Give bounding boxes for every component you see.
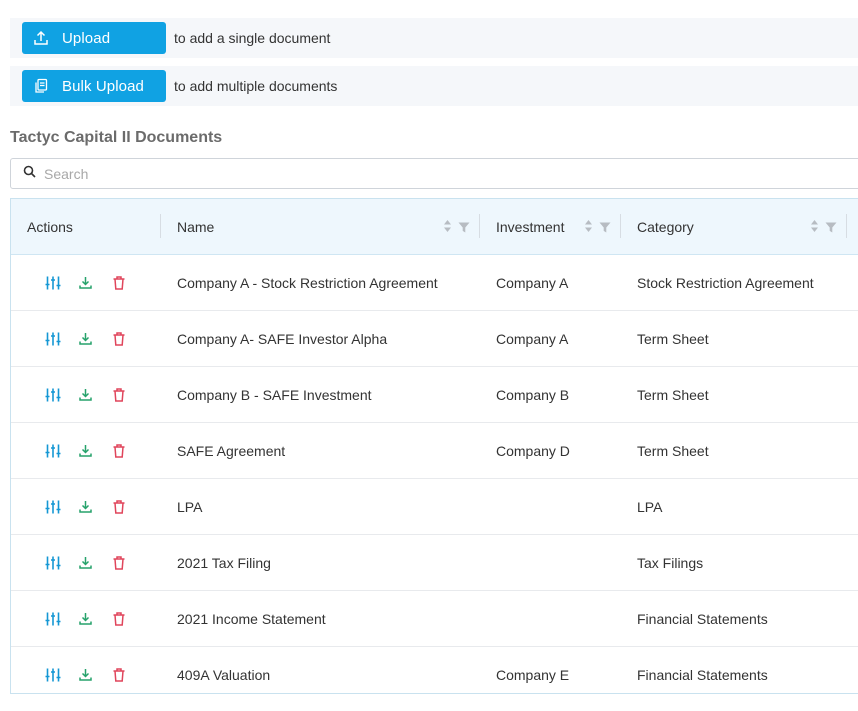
search-input[interactable] [42, 164, 746, 183]
table-row: Company B - SAFE Investment Company B Te… [11, 367, 858, 423]
column-header-investment[interactable]: Investment [480, 199, 621, 254]
document-category: Financial Statements [637, 666, 768, 683]
row-actions [44, 647, 154, 702]
column-header-category[interactable]: Category [621, 199, 847, 254]
document-name[interactable]: Company B - SAFE Investment [177, 367, 372, 422]
bulk-upload-button[interactable]: Bulk Upload [22, 70, 166, 102]
document-name[interactable]: Company A- SAFE Investor Alpha [177, 311, 387, 366]
trash-icon[interactable] [110, 442, 127, 459]
sort-icon[interactable] [584, 219, 593, 236]
trash-icon[interactable] [110, 666, 127, 683]
table-row: Company A- SAFE Investor Alpha Company A… [11, 311, 858, 367]
sort-icon[interactable] [443, 219, 452, 236]
sort-icon[interactable] [810, 219, 819, 236]
row-actions [44, 479, 154, 534]
document-category: Tax Filings [637, 554, 704, 571]
document-category: Stock Restriction Agreement [637, 274, 814, 291]
sliders-icon[interactable] [44, 666, 61, 683]
document-investment: Company A [496, 330, 569, 347]
upload-hint: to add a single document [174, 30, 331, 46]
upload-row: Upload to add a single document [10, 18, 858, 58]
search-box [10, 158, 858, 189]
sliders-icon[interactable] [44, 330, 61, 347]
row-actions [44, 311, 154, 366]
column-header-actions: Actions [11, 199, 161, 254]
table-row: LPA LPA [11, 479, 858, 535]
document-name[interactable]: 409A Valuation [177, 647, 270, 702]
upload-button-label: Upload [62, 29, 111, 47]
upload-icon [32, 29, 50, 47]
download-icon[interactable] [77, 330, 94, 347]
document-category: Term Sheet [637, 442, 709, 459]
bulk-upload-button-label: Bulk Upload [62, 77, 144, 95]
document-category: Term Sheet [637, 386, 709, 403]
download-icon[interactable] [77, 274, 94, 291]
document-name[interactable]: Company A - Stock Restriction Agreement [177, 255, 438, 310]
document-investment: Company D [496, 442, 570, 459]
trash-icon[interactable] [110, 610, 127, 627]
trash-icon[interactable] [110, 274, 127, 291]
sliders-icon[interactable] [44, 554, 61, 571]
row-actions [44, 535, 154, 590]
document-name[interactable]: SAFE Agreement [177, 423, 285, 478]
bulk-upload-row: Bulk Upload to add multiple documents [10, 66, 858, 106]
sliders-icon[interactable] [44, 274, 61, 291]
document-investment: Company B [496, 386, 570, 403]
filter-icon[interactable] [825, 220, 837, 236]
table-body: Company A - Stock Restriction Agreement … [11, 255, 858, 702]
search-icon [23, 165, 36, 183]
table-row: Company A - Stock Restriction Agreement … [11, 255, 858, 311]
copy-documents-icon [32, 77, 50, 95]
sliders-icon[interactable] [44, 442, 61, 459]
row-actions [44, 367, 154, 422]
sliders-icon[interactable] [44, 610, 61, 627]
table-header: Actions Name Investment Category [11, 199, 858, 255]
table-row: 409A Valuation Company E Financial State… [11, 647, 858, 702]
table-row: 2021 Income Statement Financial Statemen… [11, 591, 858, 647]
column-header-name[interactable]: Name [161, 199, 480, 254]
documents-table: Actions Name Investment Category Company… [10, 198, 858, 694]
column-header-investment-label: Investment [496, 218, 565, 235]
document-investment: Company E [496, 666, 570, 683]
trash-icon[interactable] [110, 386, 127, 403]
download-icon[interactable] [77, 554, 94, 571]
download-icon[interactable] [77, 498, 94, 515]
page-title: Tactyc Capital II Documents [10, 129, 223, 146]
filter-icon[interactable] [458, 220, 470, 236]
column-header-category-label: Category [637, 218, 694, 235]
table-row: 2021 Tax Filing Tax Filings [11, 535, 858, 591]
trash-icon[interactable] [110, 498, 127, 515]
column-header-name-label: Name [177, 218, 215, 235]
row-actions [44, 423, 154, 478]
column-divider [846, 214, 847, 238]
document-name[interactable]: LPA [177, 479, 202, 534]
row-actions [44, 255, 154, 310]
download-icon[interactable] [77, 666, 94, 683]
bulk-upload-hint: to add multiple documents [174, 78, 338, 94]
row-actions [44, 591, 154, 646]
trash-icon[interactable] [110, 554, 127, 571]
document-name[interactable]: 2021 Tax Filing [177, 535, 271, 590]
document-category: Financial Statements [637, 610, 768, 627]
column-header-actions-label: Actions [27, 218, 73, 235]
trash-icon[interactable] [110, 330, 127, 347]
download-icon[interactable] [77, 442, 94, 459]
sliders-icon[interactable] [44, 498, 61, 515]
document-name[interactable]: 2021 Income Statement [177, 591, 326, 646]
document-category: Term Sheet [637, 330, 709, 347]
sliders-icon[interactable] [44, 386, 61, 403]
download-icon[interactable] [77, 386, 94, 403]
filter-icon[interactable] [599, 220, 611, 236]
document-investment: Company A [496, 274, 569, 291]
document-category: LPA [637, 498, 663, 515]
upload-button[interactable]: Upload [22, 22, 166, 54]
download-icon[interactable] [77, 610, 94, 627]
table-row: SAFE Agreement Company D Term Sheet [11, 423, 858, 479]
